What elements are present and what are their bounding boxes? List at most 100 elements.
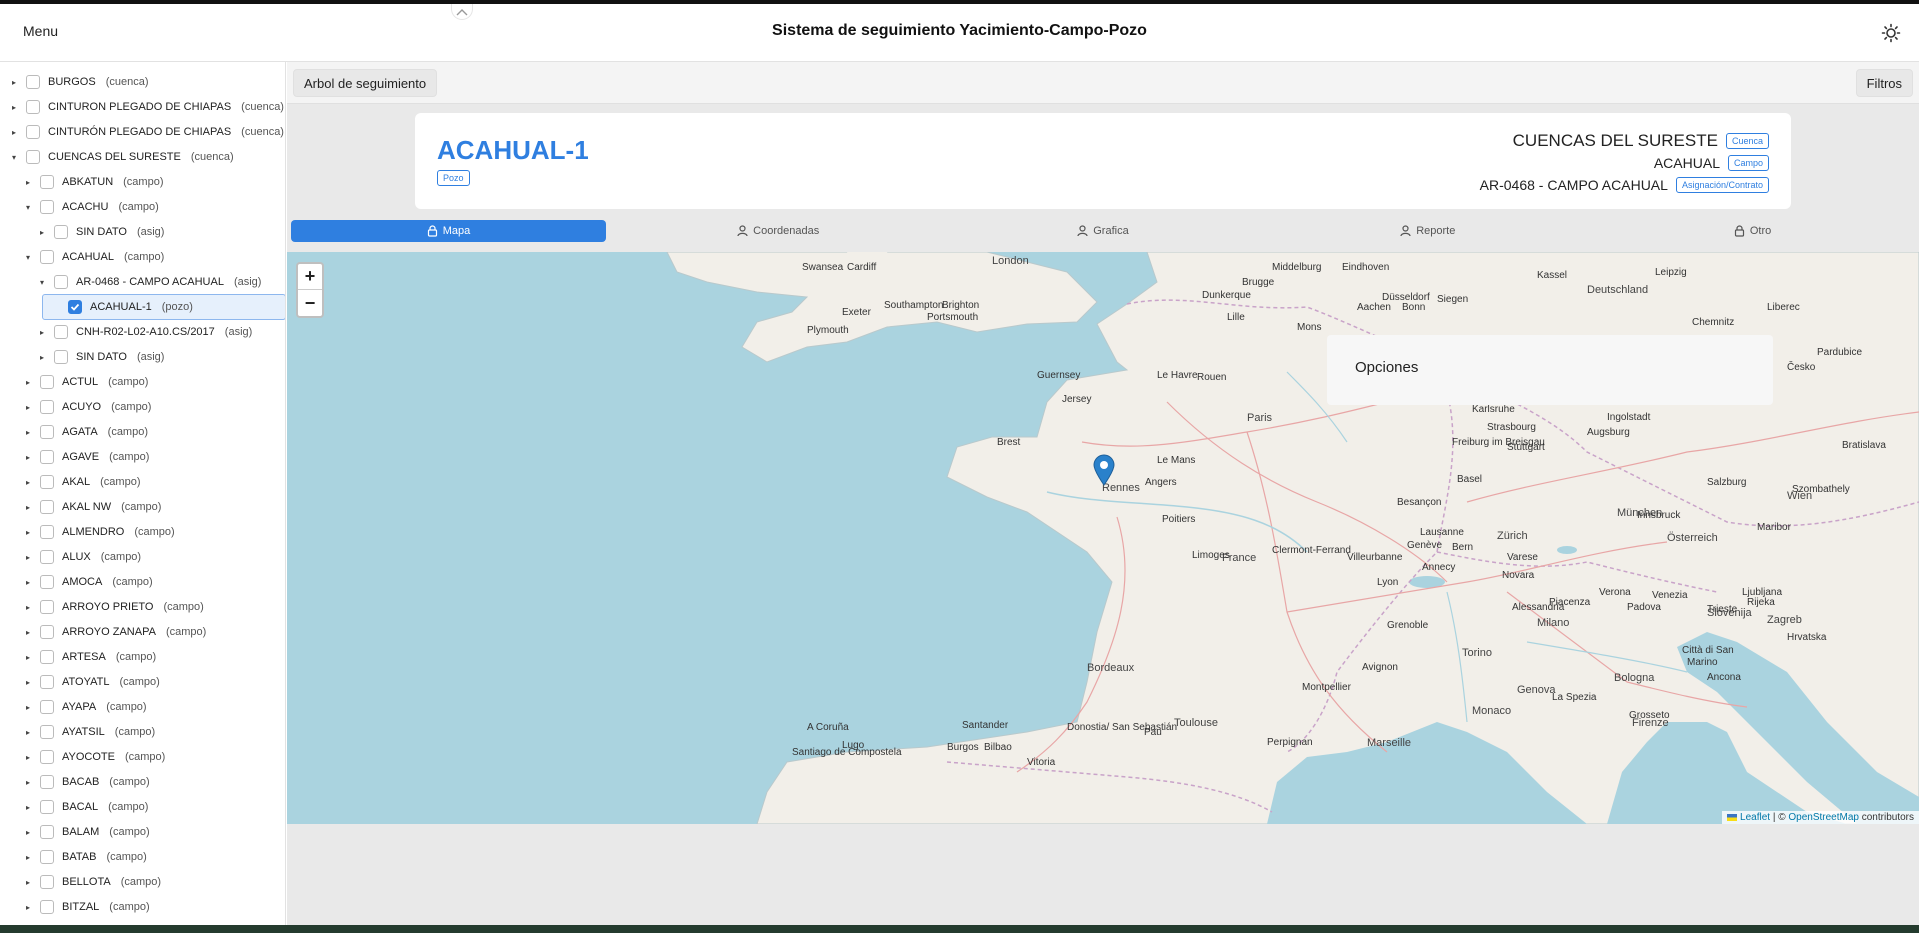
tree-checkbox[interactable] [40, 400, 54, 414]
tree-row[interactable]: ▸ SIN DATO (asig) [0, 345, 285, 369]
location-marker-icon[interactable] [1092, 454, 1116, 486]
tree-row[interactable]: ▸ BACAL (campo) [0, 795, 285, 819]
tree-checkbox[interactable] [40, 700, 54, 714]
tree-row[interactable]: ▸ AKAL (campo) [0, 470, 285, 494]
tree-checkbox[interactable] [40, 775, 54, 789]
tree-row[interactable]: ACAHUAL-1 (pozo) [0, 294, 285, 320]
tree-row[interactable]: ▸ CNH-R02-L02-A10.CS/2017 (asig) [0, 320, 285, 344]
caret-right-icon[interactable]: ▸ [22, 453, 34, 462]
tree-checkbox[interactable] [40, 525, 54, 539]
caret-right-icon[interactable]: ▸ [22, 778, 34, 787]
tree-row[interactable]: ▸ BURGOS (cuenca) [0, 70, 285, 94]
caret-right-icon[interactable]: ▸ [22, 853, 34, 862]
tree-checkbox[interactable] [40, 800, 54, 814]
tree-row[interactable]: ▸ AMOCA (campo) [0, 570, 285, 594]
caret-right-icon[interactable]: ▸ [22, 603, 34, 612]
caret-right-icon[interactable]: ▸ [22, 478, 34, 487]
tree-row[interactable]: ▸ SIN DATO (asig) [0, 220, 285, 244]
tab-otro[interactable]: Otro [1590, 220, 1915, 242]
caret-down-icon[interactable]: ▾ [22, 203, 34, 212]
caret-down-icon[interactable]: ▾ [36, 278, 48, 287]
caret-right-icon[interactable]: ▸ [22, 678, 34, 687]
tree-row[interactable]: ▾ ACACHU (campo) [0, 195, 285, 219]
tree-row[interactable]: ▸ BITZAL (campo) [0, 895, 285, 919]
tree-row[interactable]: ▸ ALUX (campo) [0, 545, 285, 569]
caret-right-icon[interactable]: ▸ [22, 903, 34, 912]
caret-down-icon[interactable]: ▾ [22, 253, 34, 262]
tree-row[interactable]: ▸ AKAL NW (campo) [0, 495, 285, 519]
caret-right-icon[interactable]: ▸ [8, 103, 20, 112]
caret-right-icon[interactable]: ▸ [8, 78, 20, 87]
tree-row[interactable]: ▸ CINTURON PLEGADO DE CHIAPAS (cuenca) [0, 95, 285, 119]
caret-right-icon[interactable]: ▸ [22, 828, 34, 837]
caret-right-icon[interactable]: ▸ [22, 553, 34, 562]
tree-row[interactable]: ▸ ABKATUN (campo) [0, 170, 285, 194]
tree-checkbox[interactable] [40, 625, 54, 639]
tree-checkbox[interactable] [40, 200, 54, 214]
tree-row[interactable]: ▸ ARTESA (campo) [0, 645, 285, 669]
tree-checkbox[interactable] [54, 350, 68, 364]
tree-row[interactable]: ▸ ARROYO PRIETO (campo) [0, 595, 285, 619]
tree-checkbox[interactable] [40, 250, 54, 264]
caret-right-icon[interactable]: ▸ [22, 428, 34, 437]
caret-right-icon[interactable]: ▸ [22, 728, 34, 737]
caret-right-icon[interactable]: ▸ [22, 753, 34, 762]
caret-right-icon[interactable]: ▸ [22, 178, 34, 187]
tree-checkbox[interactable] [40, 600, 54, 614]
caret-right-icon[interactable]: ▸ [22, 653, 34, 662]
collapse-handle[interactable] [451, 4, 473, 20]
tree-checkbox[interactable] [26, 100, 40, 114]
tree-checkbox[interactable] [40, 375, 54, 389]
tree-row[interactable]: ▸ AYATSIL (campo) [0, 720, 285, 744]
tree-checkbox[interactable] [40, 750, 54, 764]
tree-checkbox[interactable] [40, 650, 54, 664]
tree-checkbox[interactable] [40, 475, 54, 489]
tree-row[interactable]: ▸ ATOYATL (campo) [0, 670, 285, 694]
tree-row[interactable]: ▸ BELLOTA (campo) [0, 870, 285, 894]
caret-right-icon[interactable]: ▸ [36, 353, 48, 362]
tree-checkbox[interactable] [40, 550, 54, 564]
tree-checkbox[interactable] [40, 500, 54, 514]
tree-checkbox[interactable] [40, 425, 54, 439]
caret-right-icon[interactable]: ▸ [36, 228, 48, 237]
caret-right-icon[interactable]: ▸ [8, 128, 20, 137]
tree-row[interactable]: ▸ ACUYO (campo) [0, 395, 285, 419]
tree-checkbox[interactable] [40, 575, 54, 589]
theme-toggle-button[interactable] [1881, 23, 1901, 43]
tree-row[interactable]: ▸ ALMENDRO (campo) [0, 520, 285, 544]
tree-checkbox[interactable] [40, 825, 54, 839]
tree-row[interactable]: ▾ CUENCAS DEL SURESTE (cuenca) [0, 145, 285, 169]
zoom-out-button[interactable]: − [298, 290, 322, 316]
tab-reporte[interactable]: Reporte [1265, 220, 1590, 242]
tree-row[interactable]: ▸ AGAVE (campo) [0, 445, 285, 469]
caret-right-icon[interactable]: ▸ [36, 328, 48, 337]
tree-row[interactable]: ▸ AYAPA (campo) [0, 695, 285, 719]
caret-right-icon[interactable]: ▸ [22, 503, 34, 512]
tracking-tree-button[interactable]: Arbol de seguimiento [293, 69, 438, 97]
tree-checkbox[interactable] [40, 725, 54, 739]
tree-row[interactable]: ▾ AR-0468 - CAMPO ACAHUAL (asig) [0, 270, 285, 294]
caret-down-icon[interactable]: ▾ [8, 153, 20, 162]
tree-checkbox[interactable] [54, 325, 68, 339]
tree-checkbox[interactable] [40, 900, 54, 914]
caret-right-icon[interactable]: ▸ [22, 803, 34, 812]
tree-row[interactable]: ▸ ACTUL (campo) [0, 370, 285, 394]
zoom-in-button[interactable]: + [298, 264, 322, 290]
caret-right-icon[interactable]: ▸ [22, 578, 34, 587]
caret-right-icon[interactable]: ▸ [22, 378, 34, 387]
tree-row[interactable]: ▸ ARROYO ZANAPA (campo) [0, 620, 285, 644]
tab-coordenadas[interactable]: Coordenadas [616, 220, 941, 242]
tree-row[interactable]: ▸ CINTURÓN PLEGADO DE CHIAPAS (cuenca) [0, 120, 285, 144]
tree-row[interactable]: ▸ BACAB (campo) [0, 770, 285, 794]
map-view[interactable]: London Paris France Rennes Bordeaux Toulouse M… [287, 252, 1919, 824]
caret-right-icon[interactable]: ▸ [22, 528, 34, 537]
osm-link[interactable]: OpenStreetMap [1788, 812, 1859, 823]
tree-checkbox[interactable] [40, 675, 54, 689]
tree-checkbox[interactable] [40, 175, 54, 189]
tree-checkbox[interactable] [40, 875, 54, 889]
tree-row[interactable]: ▸ AYOCOTE (campo) [0, 745, 285, 769]
tree-checkbox[interactable] [68, 300, 82, 314]
tree-checkbox[interactable] [26, 150, 40, 164]
tab-grafica[interactable]: Grafica [941, 220, 1266, 242]
tab-mapa[interactable]: Mapa [291, 220, 606, 242]
